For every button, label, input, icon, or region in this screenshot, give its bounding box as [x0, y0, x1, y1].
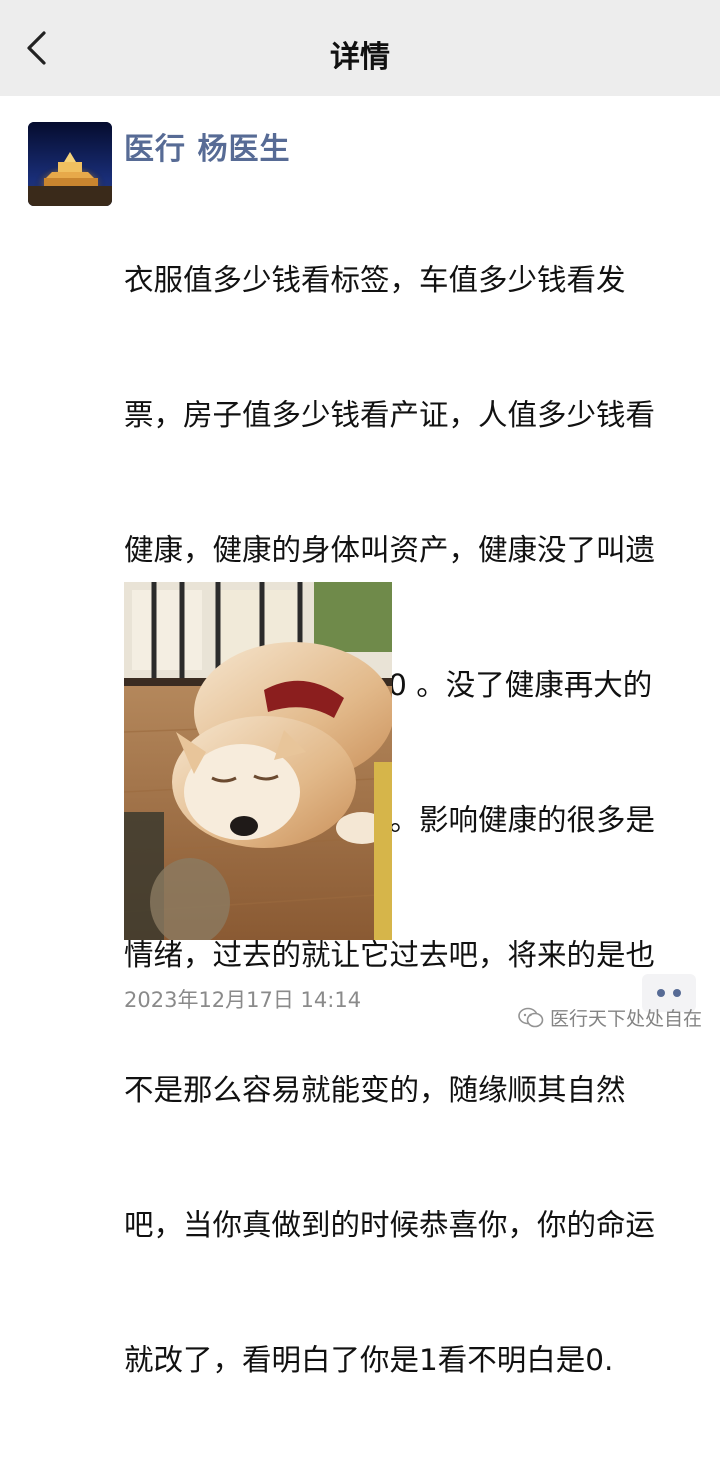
- post-timestamp: 2023年12月17日 14:14: [124, 988, 362, 1012]
- post-text-line: 不是那么容易就能变的，随缘顺其自然: [124, 1073, 626, 1107]
- post-text-line: 就改了，看明白了你是1看不明白是0.: [124, 1343, 614, 1377]
- post-photo-sleeping-dog[interactable]: [124, 582, 392, 940]
- post-text-line: 票，房子值多少钱看产证，人值多少钱看: [124, 398, 656, 432]
- avatar[interactable]: [28, 122, 112, 206]
- more-dots-icon: [657, 989, 665, 997]
- page-title: 详情: [330, 40, 390, 75]
- account-watermark: 医行天下处处自在: [518, 1004, 702, 1031]
- watermark-text: 医行天下处处自在: [550, 1008, 703, 1030]
- moment-post: 医行 杨医生 衣服值多少钱看标签，车值多少钱看发 票，房子值多少钱看产证，人值多…: [0, 96, 720, 1377]
- avatar-temple-image: [28, 122, 112, 206]
- more-dots-icon: [673, 989, 681, 997]
- post-text-line: 吧，当你真做到的时候恭喜你，你的命运: [124, 1208, 656, 1242]
- top-nav-bar: 详情: [0, 0, 720, 96]
- post-text-line: 健康，健康的身体叫资产，健康没了叫遗: [124, 533, 656, 567]
- post-text-line: 衣服值多少钱看标签，车值多少钱看发: [124, 263, 626, 297]
- wechat-logo-icon: [518, 1007, 544, 1027]
- dog-photo-image: [124, 582, 392, 940]
- author-name[interactable]: 医行 杨医生: [124, 124, 290, 168]
